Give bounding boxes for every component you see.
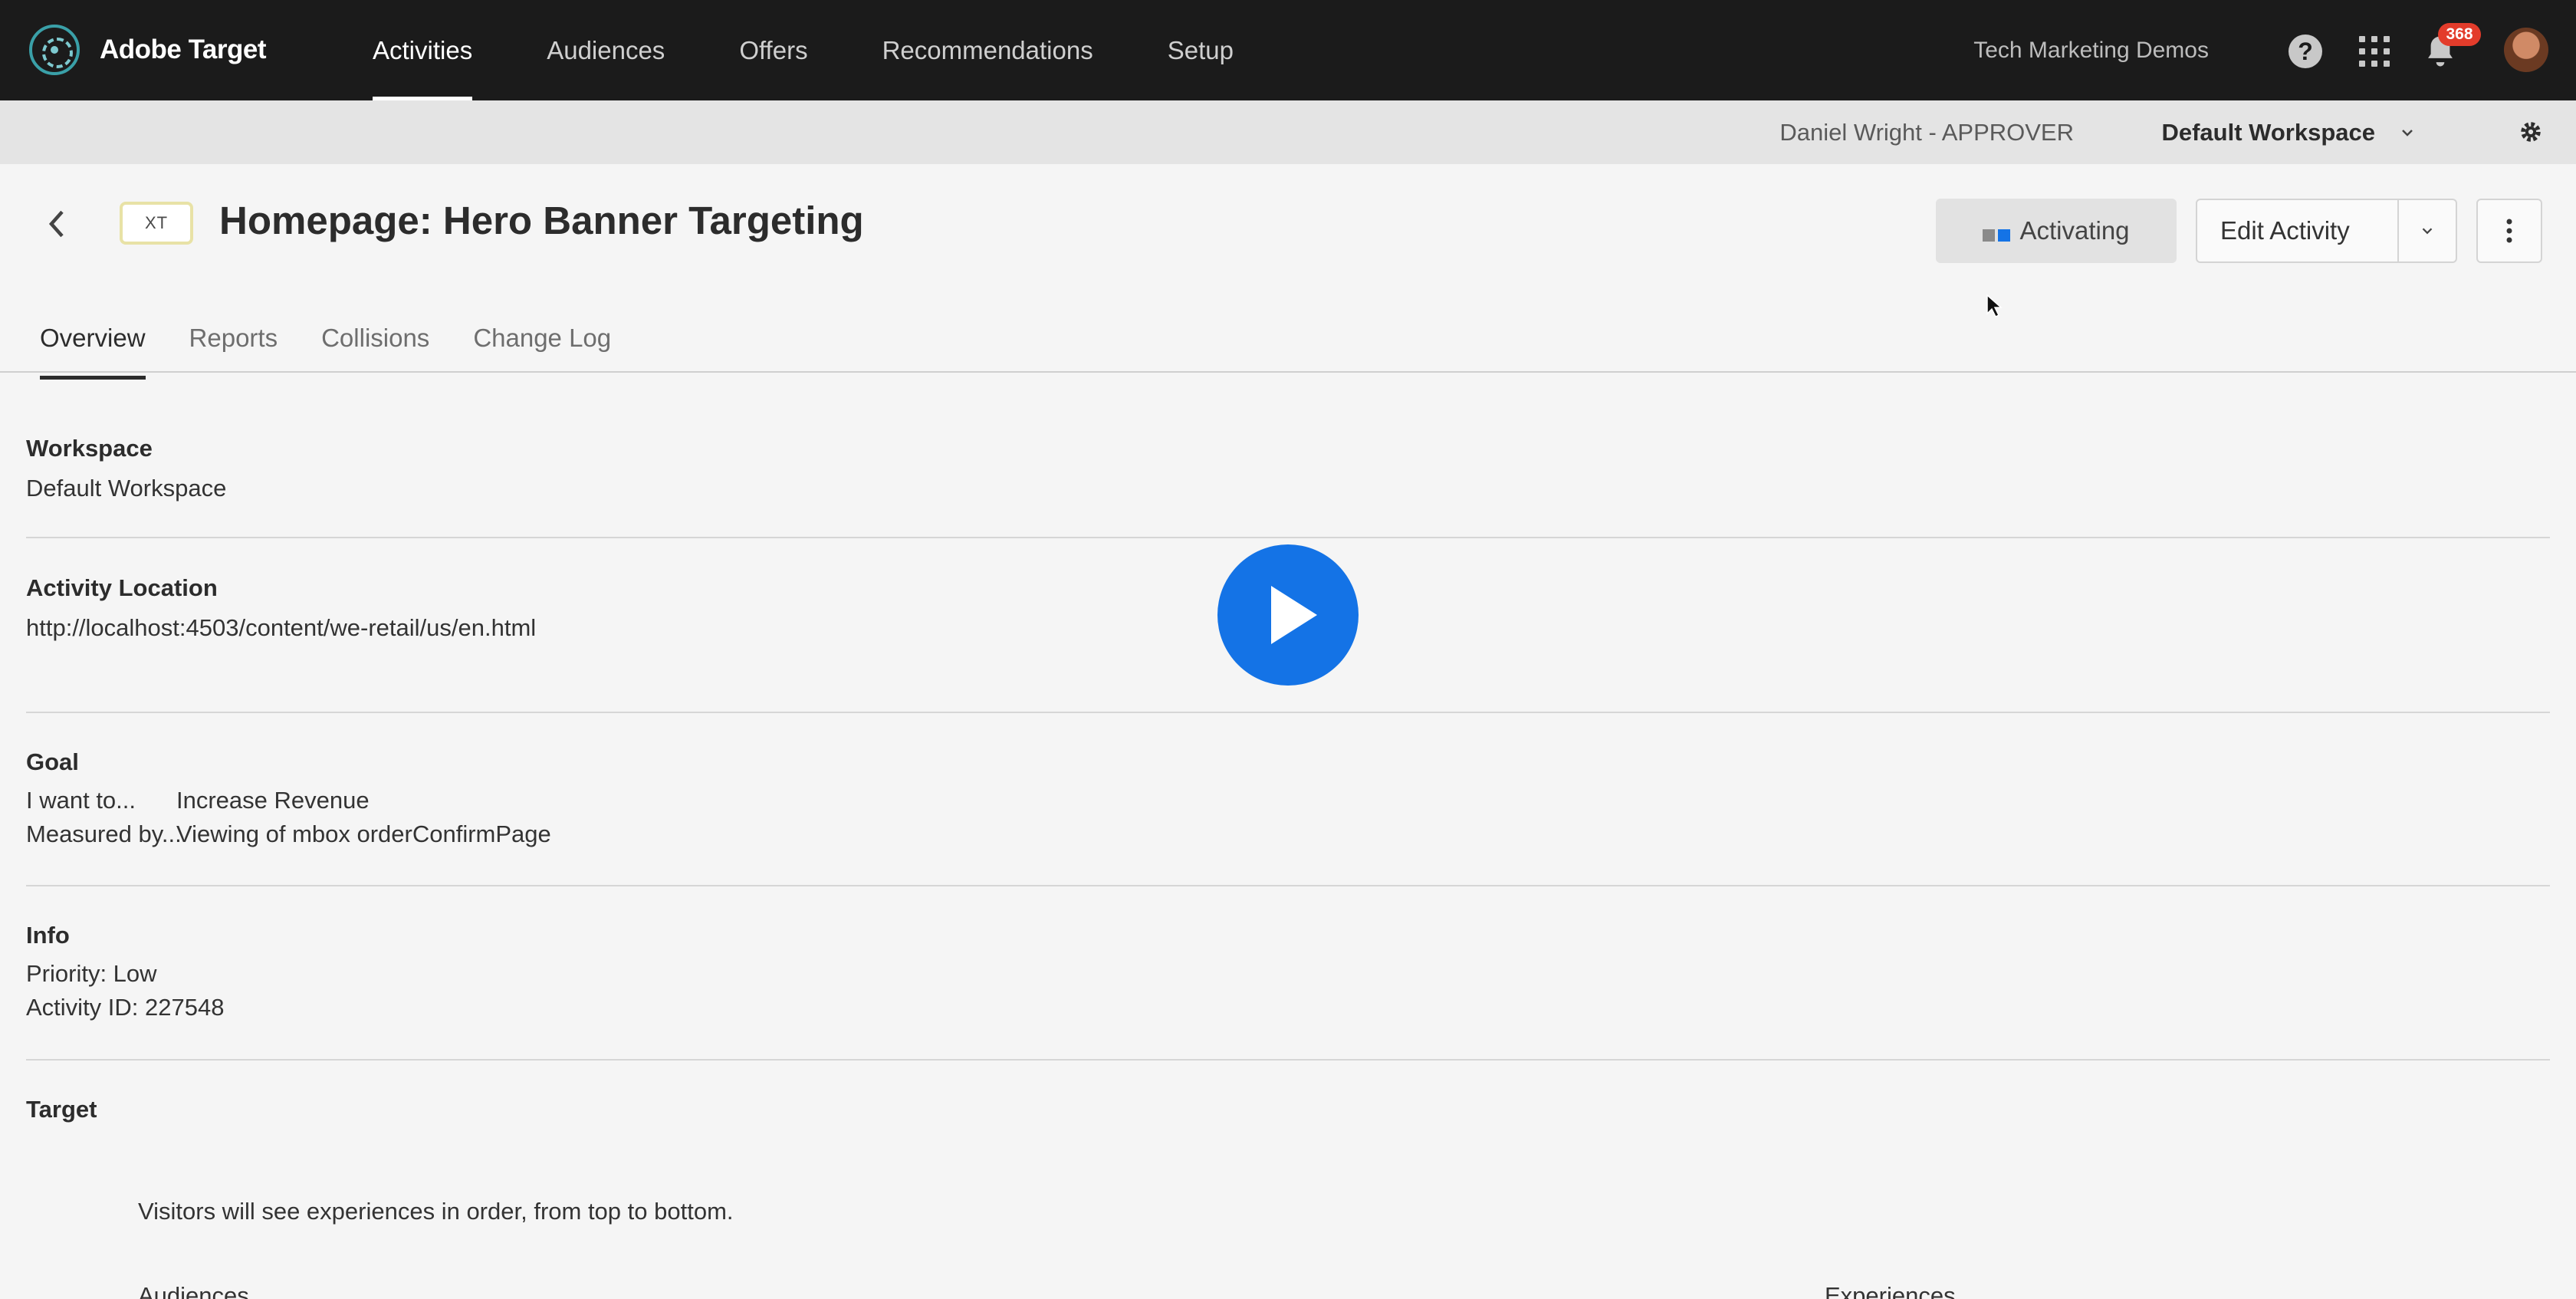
app-name: Adobe Target [100, 35, 266, 64]
goal-want-label: I want to... [26, 787, 136, 814]
more-vertical-icon [2506, 219, 2512, 243]
top-nav: Adobe Target Activities Audiences Offers… [0, 0, 2576, 100]
section-heading: Info [26, 922, 70, 949]
back-chevron-icon[interactable] [43, 208, 71, 240]
workspace-dropdown-label: Default Workspace [2161, 118, 2375, 146]
activity-id-value: Activity ID: 227548 [26, 994, 225, 1021]
priority-value: Priority: Low [26, 960, 157, 987]
avatar[interactable] [2504, 28, 2548, 72]
goal-section: Goal I want to... Increase Revenue Measu… [26, 748, 2550, 851]
main-nav: Activities Audiences Offers Recommendati… [373, 0, 1308, 100]
divider [26, 1059, 2550, 1061]
divider [26, 885, 2550, 886]
goal-measured-label: Measured by... [26, 821, 182, 847]
tabs-divider [0, 371, 2576, 373]
notification-badge: 368 [2438, 23, 2481, 46]
activity-type-badge: XT [120, 202, 193, 245]
section-heading: Goal [26, 748, 79, 775]
edit-activity-button[interactable]: Edit Activity [2197, 200, 2397, 261]
play-icon[interactable] [1217, 544, 1359, 686]
tab-collisions[interactable]: Collisions [321, 311, 429, 373]
experiences-column-header: Experiences [1825, 1282, 1956, 1299]
chevron-down-icon [2402, 129, 2413, 136]
more-actions-button[interactable] [2476, 199, 2542, 263]
workspace-value: Default Workspace [26, 475, 227, 502]
status-badge: Activating [1936, 199, 2177, 263]
workspace-section: Workspace Default Workspace [26, 435, 2550, 505]
nav-item-recommendations[interactable]: Recommendations [882, 0, 1093, 100]
nav-item-audiences[interactable]: Audiences [547, 0, 665, 100]
page-title: Homepage: Hero Banner Targeting [219, 199, 864, 242]
tab-reports[interactable]: Reports [189, 311, 278, 373]
edit-activity-split-button: Edit Activity [2196, 199, 2457, 263]
mouse-cursor-icon [1986, 294, 2003, 318]
info-section: Info Priority: Low Activity ID: 227548 [26, 922, 2550, 1024]
brand[interactable]: Adobe Target [29, 21, 266, 78]
status-icon [1983, 229, 2013, 242]
goal-measured-value: Viewing of mbox orderConfirmPage [176, 821, 551, 847]
tab-change-log[interactable]: Change Log [473, 311, 611, 373]
section-heading: Target [26, 1096, 97, 1123]
goal-want-value: Increase Revenue [176, 787, 370, 814]
nav-item-activities[interactable]: Activities [373, 0, 473, 100]
audiences-column-header: Audiences [138, 1282, 249, 1299]
nav-item-offers[interactable]: Offers [739, 0, 807, 100]
divider [26, 712, 2550, 713]
workspace-bar: Daniel Wright - APPROVER Default Workspa… [0, 100, 2576, 164]
user-role: Daniel Wright - APPROVER [1779, 119, 2074, 146]
adobe-target-logo-icon [29, 25, 80, 75]
tab-overview[interactable]: Overview [40, 311, 146, 380]
nav-item-setup[interactable]: Setup [1168, 0, 1234, 100]
activity-tabs: Overview Reports Collisions Change Log [40, 311, 655, 380]
org-switcher[interactable]: Tech Marketing Demos [1973, 0, 2209, 100]
experience-order-note: Visitors will see experiences in order, … [138, 1198, 734, 1225]
goal-details: I want to... Increase Revenue Measured b… [26, 784, 2550, 851]
workspace-dropdown[interactable]: Default Workspace [2161, 100, 2417, 164]
apps-grid-icon[interactable] [2359, 36, 2390, 67]
help-icon[interactable]: ? [2288, 35, 2322, 68]
divider [26, 537, 2550, 538]
status-label: Activating [2019, 216, 2130, 245]
target-section: Target [26, 1096, 2550, 1123]
chevron-down-icon [2422, 228, 2433, 235]
gear-icon[interactable] [2518, 119, 2544, 145]
section-heading: Workspace [26, 435, 153, 462]
edit-activity-dropdown[interactable] [2397, 200, 2456, 261]
